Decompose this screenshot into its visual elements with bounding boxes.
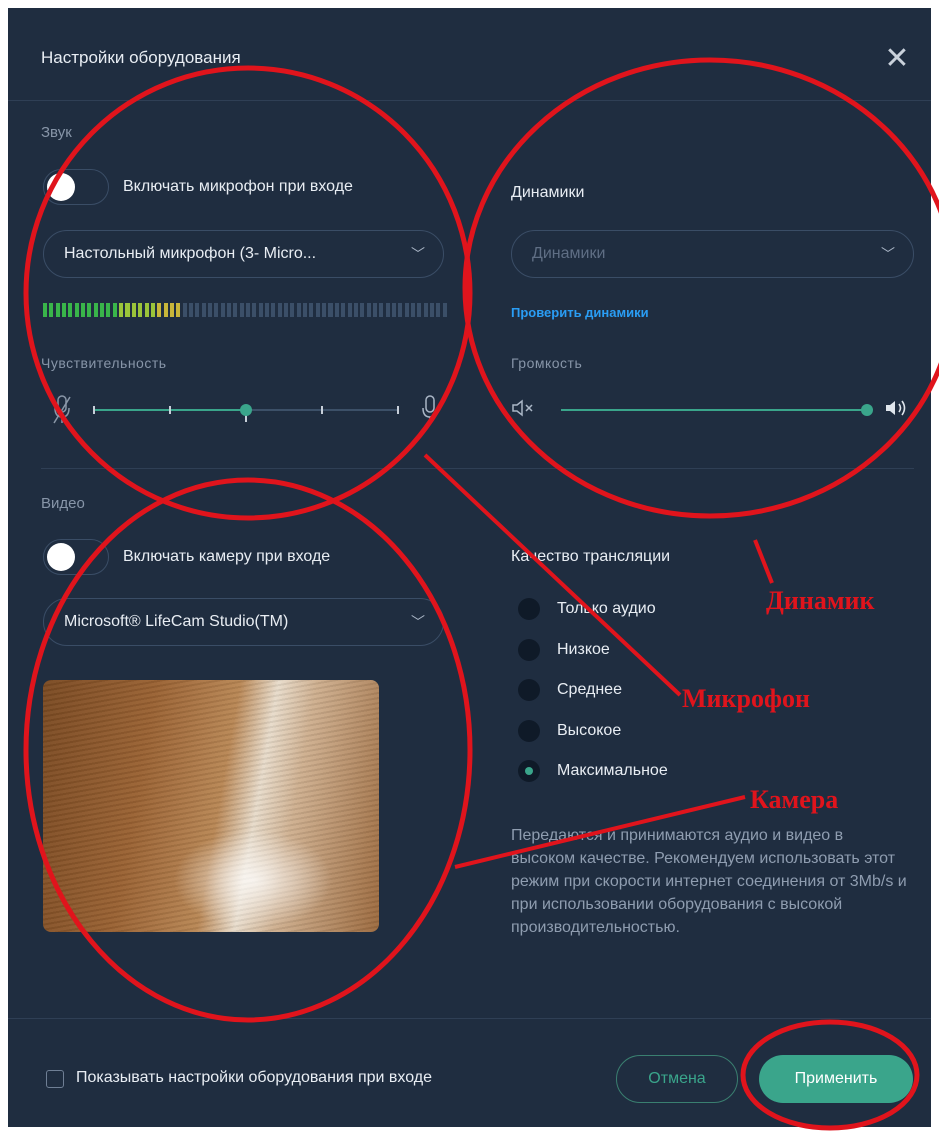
microphone-annotation: Микрофон	[682, 684, 810, 713]
camera-circle	[23, 477, 473, 1023]
apply-circle	[740, 1019, 920, 1131]
speaker-circle	[462, 57, 939, 519]
camera-annotation: Камера	[750, 785, 839, 814]
speaker-annotation: Динамик	[766, 586, 875, 615]
microphone-circle	[23, 65, 473, 521]
speaker-pointer	[753, 539, 774, 584]
camera-pointer	[454, 795, 746, 869]
microphone-pointer	[423, 453, 682, 697]
annotation-overlay	[23, 57, 939, 1131]
